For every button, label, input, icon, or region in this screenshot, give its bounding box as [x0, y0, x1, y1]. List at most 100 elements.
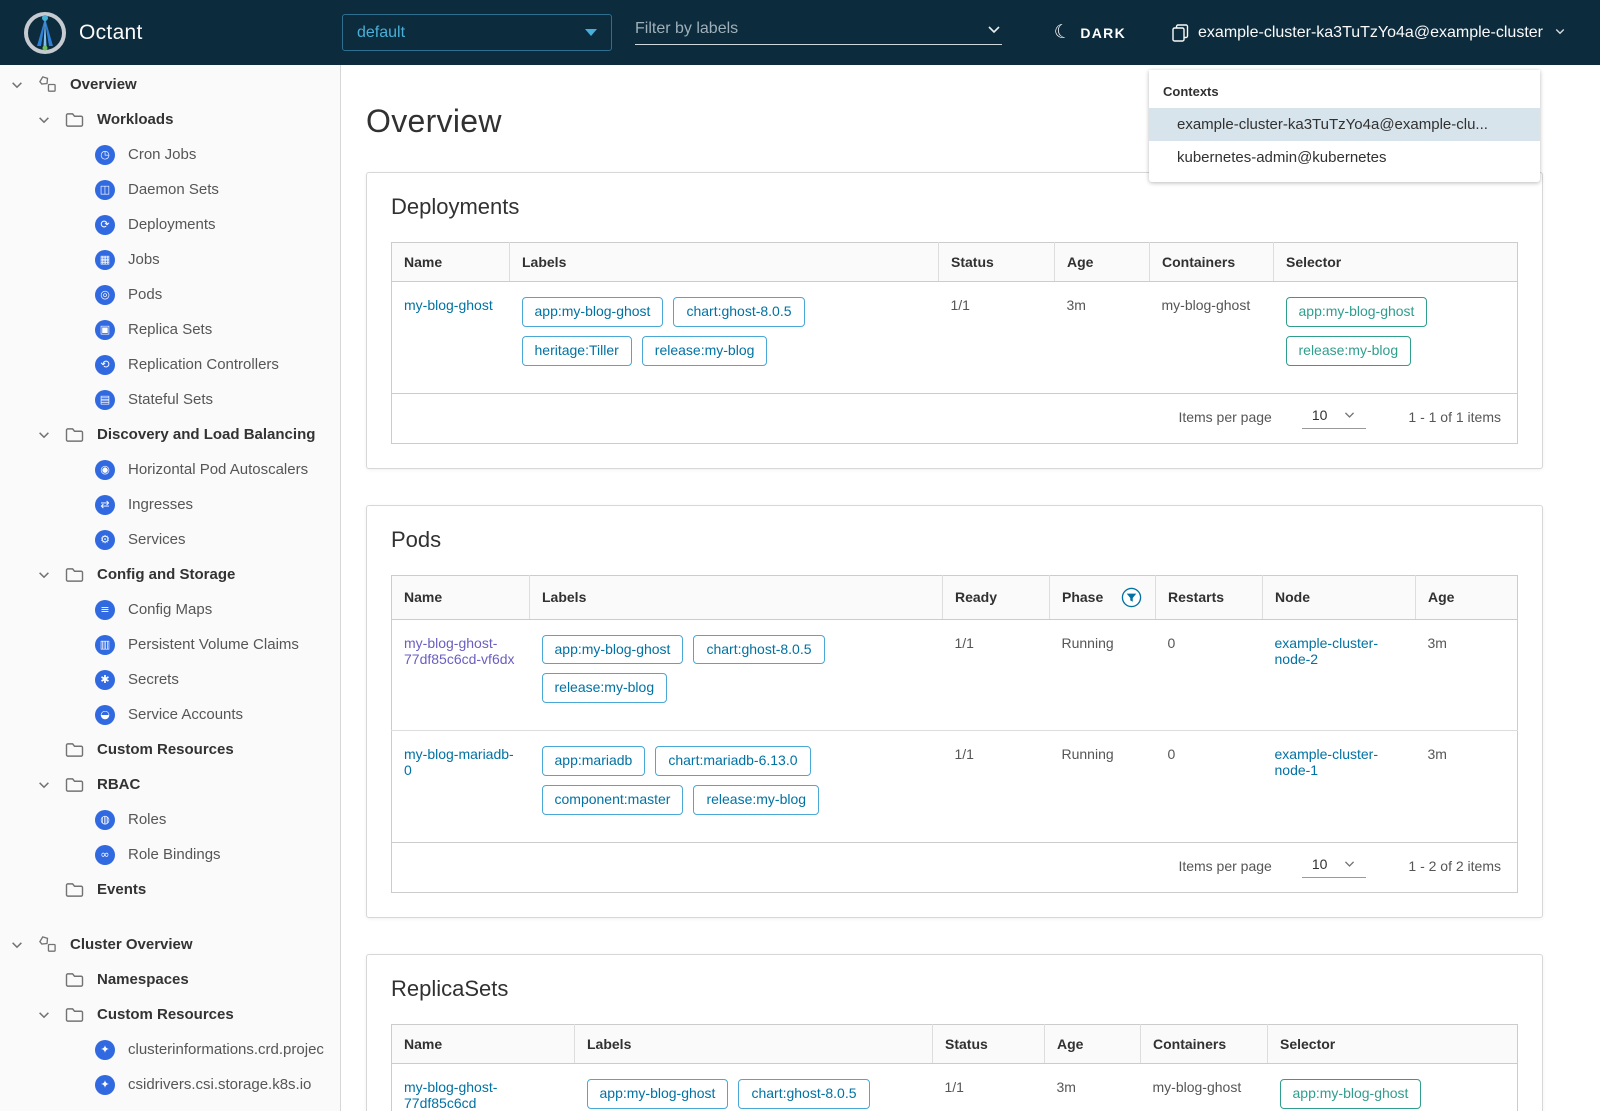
replicasets-table: Name Labels Status Age Containers Selector my-…: [391, 1023, 1518, 1111]
sidebar-item-label: Horizontal Pod Autoscalers: [128, 461, 309, 478]
chevron-down-icon[interactable]: [10, 78, 36, 92]
cron-jobs-icon: ◷: [94, 144, 116, 165]
sidebar-nav: Overview Workloads ◷ Cron Jobs ◫ Daemon Sets ⟳…: [0, 65, 341, 1111]
sidebar-item-label: Replication Controllers: [128, 356, 279, 373]
name-link[interactable]: my-blog-ghost-77df85c6cd: [404, 1079, 563, 1111]
config-maps-icon: ≡: [94, 599, 116, 620]
node-link[interactable]: example-cluster-node-1: [1275, 746, 1404, 778]
sidebar-item-label: Custom Resources: [97, 1006, 234, 1023]
filter-icon[interactable]: [1121, 587, 1142, 608]
column-header-containers: Containers: [1140, 1024, 1268, 1064]
sidebar-item-deployments[interactable]: ⟳ Deployments: [0, 207, 340, 242]
sidebar-item-pods[interactable]: ◎ Pods: [0, 277, 340, 312]
folder-icon: [63, 882, 85, 898]
sidebar-item-overview[interactable]: Overview: [0, 67, 340, 102]
context-switcher-label: example-cluster-ka3TuTzYo4a@example-clus…: [1198, 23, 1543, 41]
sidebar-item-config-maps[interactable]: ≡ Config Maps: [0, 592, 340, 627]
context-menu-item[interactable]: kubernetes-admin@kubernetes: [1149, 141, 1540, 174]
sidebar-item-label: Services: [128, 531, 186, 548]
chevron-down-icon[interactable]: [10, 938, 36, 952]
name-link[interactable]: my-blog-mariadb-0: [404, 746, 518, 778]
sidebar-item-label: csidrivers.csi.storage.k8s.io: [128, 1076, 312, 1093]
services-icon: ⚙: [94, 529, 116, 550]
sidebar-item-label: Deployments: [128, 216, 216, 233]
sidebar-item-namespaces[interactable]: Namespaces: [0, 962, 340, 997]
items-per-page-label: Items per page: [1178, 858, 1272, 875]
column-header-name: Name: [391, 575, 530, 620]
column-header-age: Age: [1044, 1024, 1141, 1064]
sidebar-item-label: Daemon Sets: [128, 181, 219, 198]
sidebar-item-cron-jobs[interactable]: ◷ Cron Jobs: [0, 137, 340, 172]
column-header-selector: Selector: [1267, 1024, 1518, 1064]
items-per-page-select[interactable]: 10: [1301, 406, 1367, 429]
sidebar-item-label: Ingresses: [128, 496, 194, 513]
sidebar-item-label: Namespaces: [97, 971, 189, 988]
sidebar-item-label: Service Accounts: [128, 706, 244, 723]
cell-phase: Running: [1061, 634, 1114, 651]
sidebar-item-stateful-sets[interactable]: ▤ Stateful Sets: [0, 382, 340, 417]
table-row: my-blog-mariadb-0 app:mariadb chart:mariad…: [391, 730, 1518, 843]
sidebar-item-replication-controllers[interactable]: ⟲ Replication Controllers: [0, 347, 340, 382]
pods-pagination: Items per page 10 1 - 2 of 2 items: [391, 842, 1518, 893]
sidebar-item-services[interactable]: ⚙ Services: [0, 522, 340, 557]
label-tag: app:mariadb: [541, 746, 646, 776]
context-menu-item[interactable]: example-cluster-ka3TuTzYo4a@example-clu.…: [1149, 108, 1540, 141]
sidebar-item-cluster-overview[interactable]: Cluster Overview: [0, 927, 340, 962]
sidebar-item-horizontal-pod-autoscalers[interactable]: ◉ Horizontal Pod Autoscalers: [0, 452, 340, 487]
sidebar-item-role-bindings[interactable]: ∞ Role Bindings: [0, 837, 340, 872]
cell-name: my-blog-ghost-77df85c6cd-vf6dx: [392, 619, 530, 731]
caret-down-icon: [585, 29, 597, 36]
horizontal-pod-autoscalers-icon: ◉: [94, 459, 116, 480]
sidebar-item-service-accounts[interactable]: ◒ Service Accounts: [0, 697, 340, 732]
column-header-ready: Ready: [942, 575, 1050, 620]
label-tag: app:my-blog-ghost: [541, 634, 684, 665]
sidebar-item-ingresses[interactable]: ⇄ Ingresses: [0, 487, 340, 522]
label-tag: heritage:Tiller: [521, 335, 632, 366]
sidebar-item-label: Persistent Volume Claims: [128, 636, 299, 653]
dark-mode-toggle[interactable]: ☾ DARK: [1052, 20, 1127, 44]
sidebar-item-custom-resources[interactable]: Custom Resources: [0, 732, 340, 767]
sidebar-item-config-and-storage[interactable]: Config and Storage: [0, 557, 340, 592]
sidebar-item-replica-sets[interactable]: ▣ Replica Sets: [0, 312, 340, 347]
app-title: Octant: [79, 20, 143, 44]
sidebar-item-jobs[interactable]: ▦ Jobs: [0, 242, 340, 277]
sidebar-item-csidrivers-csi-storage-k8s-io[interactable]: ✦ csidrivers.csi.storage.k8s.io: [0, 1067, 340, 1102]
column-header-labels: Labels: [574, 1024, 933, 1064]
sidebar-item-label: Events: [97, 881, 147, 898]
sidebar-item-clusterinformations-crd-projec[interactable]: ✦ clusterinformations.crd.projec: [0, 1032, 340, 1067]
deployments-table: Name Labels Status Age Containers Selector my-…: [391, 242, 1518, 394]
dark-mode-label: DARK: [1080, 24, 1127, 41]
chevron-down-icon[interactable]: [37, 778, 63, 792]
sidebar-item-roles[interactable]: ◍ Roles: [0, 802, 340, 837]
chevron-down-icon[interactable]: [986, 21, 1002, 37]
namespace-select[interactable]: default: [342, 14, 612, 51]
chevron-down-icon[interactable]: [37, 428, 63, 442]
sidebar-item-events[interactable]: Events: [0, 872, 340, 907]
cell-name: my-blog-mariadb-0: [391, 730, 530, 843]
chevron-down-icon[interactable]: [37, 568, 63, 582]
chevron-down-icon[interactable]: [37, 113, 63, 127]
name-link[interactable]: my-blog-ghost-77df85c6cd-vf6dx: [404, 635, 518, 667]
sidebar-item-daemon-sets[interactable]: ◫ Daemon Sets: [0, 172, 340, 207]
sidebar-item-discovery-and-load-balancing[interactable]: Discovery and Load Balancing: [0, 417, 340, 452]
replication-controllers-icon: ⟲: [94, 354, 116, 375]
column-header-labels: Labels: [529, 575, 943, 620]
cell-age: 3m: [1066, 297, 1086, 313]
cell-containers: my-blog-ghost: [1161, 297, 1251, 313]
node-link[interactable]: example-cluster-node-2: [1275, 635, 1404, 667]
column-header-name: Name: [391, 242, 510, 282]
sidebar-item-custom-resources[interactable]: Custom Resources: [0, 997, 340, 1032]
cell-age: 3m: [1056, 1078, 1076, 1095]
items-per-page-select[interactable]: 10: [1301, 855, 1367, 878]
context-switcher[interactable]: example-cluster-ka3TuTzYo4a@example-clus…: [1172, 24, 1566, 42]
chevron-down-icon[interactable]: [37, 1008, 63, 1022]
sidebar-item-persistent-volume-claims[interactable]: ▥ Persistent Volume Claims: [0, 627, 340, 662]
sidebar-item-rbac[interactable]: RBAC: [0, 767, 340, 802]
sidebar-item-workloads[interactable]: Workloads: [0, 102, 340, 137]
label-filter-input[interactable]: [635, 20, 986, 38]
cell-status: 1/1: [950, 297, 970, 313]
chevron-down-icon: [1554, 24, 1566, 42]
folder-icon: [63, 742, 85, 758]
sidebar-item-secrets[interactable]: ✱ Secrets: [0, 662, 340, 697]
name-link[interactable]: my-blog-ghost: [404, 297, 493, 313]
